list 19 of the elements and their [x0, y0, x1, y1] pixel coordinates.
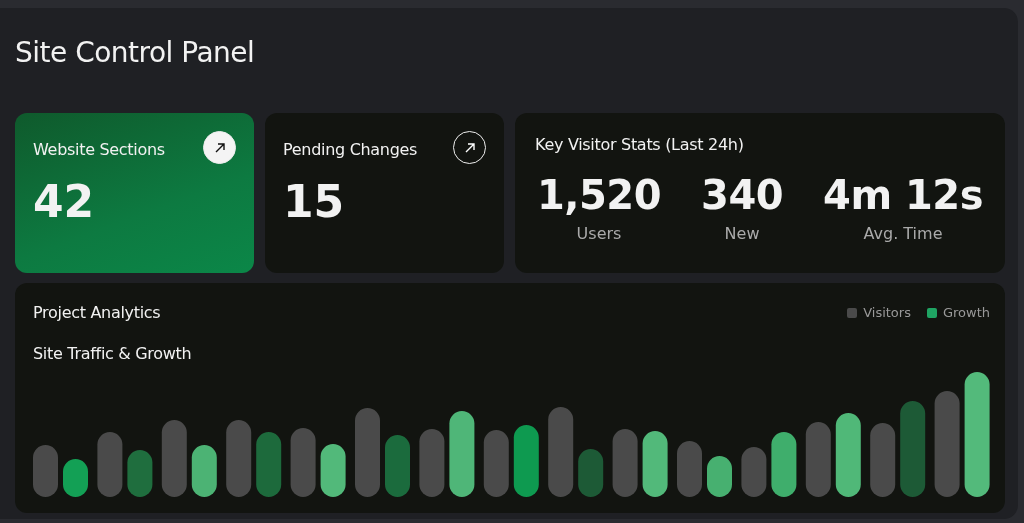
legend-label: Visitors [863, 305, 911, 320]
arrow-icon [213, 141, 226, 154]
card-value: 42 [33, 176, 96, 227]
stat-value: 4m 12s [823, 172, 983, 218]
stat-label: New [724, 224, 760, 243]
card-label: Pending Changes [283, 140, 418, 159]
chart-subtitle: Site Traffic & Growth [33, 344, 193, 363]
card-title: Key Visitor Stats (Last 24h) [535, 135, 745, 154]
arrow-icon [463, 141, 476, 154]
page-title: Site Control Panel [15, 36, 256, 69]
stat-value: 1,520 [537, 172, 662, 218]
card-label: Website Sections [33, 140, 165, 159]
stat-label: Avg. Time [863, 224, 943, 243]
open-button[interactable] [203, 131, 236, 164]
stat-label: Users [576, 224, 622, 243]
card-value: 15 [283, 176, 346, 227]
stat-value: 340 [701, 172, 784, 218]
legend-label: Growth [942, 305, 990, 320]
card-title: Project Analytics [33, 303, 161, 322]
